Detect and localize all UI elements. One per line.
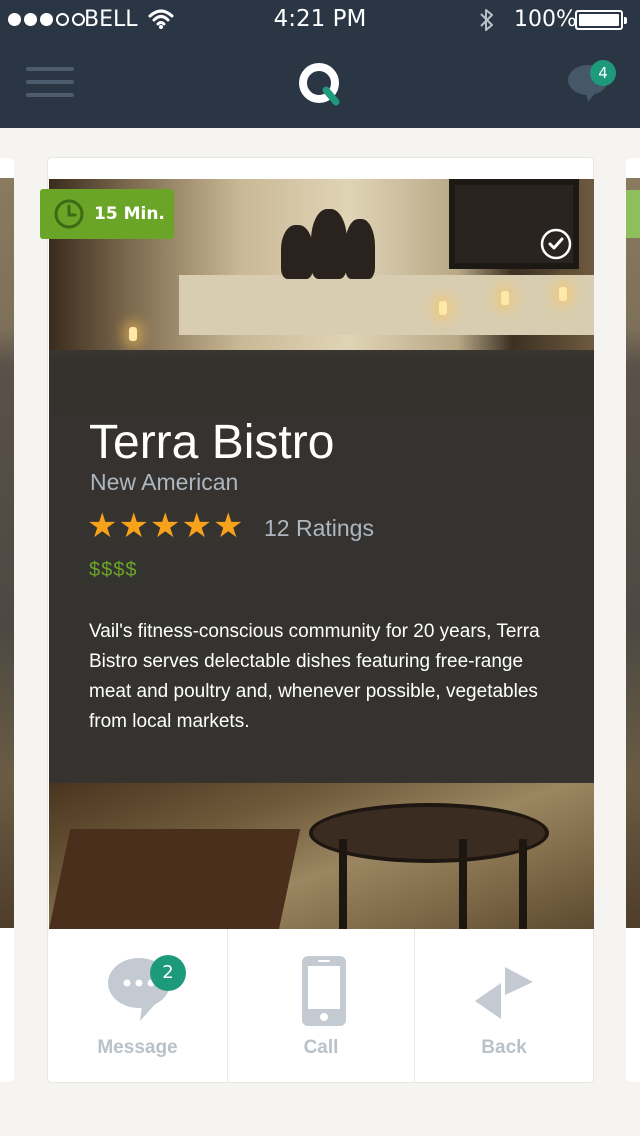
logo-icon[interactable]	[298, 62, 344, 108]
back-icon	[475, 967, 533, 1019]
restaurant-description: Vail's fitness-conscious community for 2…	[89, 621, 540, 732]
back-button[interactable]: Back	[415, 929, 593, 1083]
cuisine-label: New American	[90, 469, 239, 495]
check-icon[interactable]	[539, 227, 573, 265]
back-label: Back	[481, 1037, 527, 1058]
restaurant-card: Terra Bistro New American ★ ★ ★ ★ ★ 12 R…	[40, 157, 594, 1083]
nav-bar: 4	[0, 40, 640, 128]
star-icon: ★	[87, 506, 118, 546]
star-icon: ★	[181, 506, 212, 546]
message-count-badge: 2	[150, 955, 186, 991]
call-label: Call	[303, 1037, 339, 1058]
message-label: Message	[97, 1037, 178, 1058]
action-bar: 2 Message Call Back	[48, 929, 593, 1083]
price-level: $$$$	[89, 559, 138, 581]
bluetooth-icon	[480, 9, 493, 31]
notification-badge: 4	[590, 60, 616, 86]
battery-percent: 100%	[514, 7, 577, 32]
clock-icon	[54, 199, 84, 229]
star-icon: ★	[212, 506, 244, 546]
next-card[interactable]	[626, 158, 640, 1082]
restaurant-name: Terra Bistro	[89, 416, 335, 469]
battery-icon	[575, 10, 627, 30]
previous-card[interactable]	[0, 158, 14, 1082]
star-icon: ★	[118, 506, 149, 546]
restaurant-photo: Terra Bistro New American ★ ★ ★ ★ ★ 12 R…	[49, 179, 594, 929]
wait-time-badge: 15 Min.	[40, 189, 174, 239]
menu-icon[interactable]	[26, 67, 74, 101]
call-button[interactable]: Call	[228, 929, 415, 1083]
star-rating: ★ ★ ★ ★ ★	[87, 509, 243, 543]
wait-time: 15 Min.	[94, 204, 165, 224]
message-button[interactable]: 2 Message	[48, 929, 228, 1083]
ratings-count: 12 Ratings	[264, 515, 374, 541]
phone-icon	[302, 956, 346, 1026]
status-bar: BELL 4:21 PM 100%	[0, 0, 640, 40]
star-icon: ★	[149, 506, 181, 546]
